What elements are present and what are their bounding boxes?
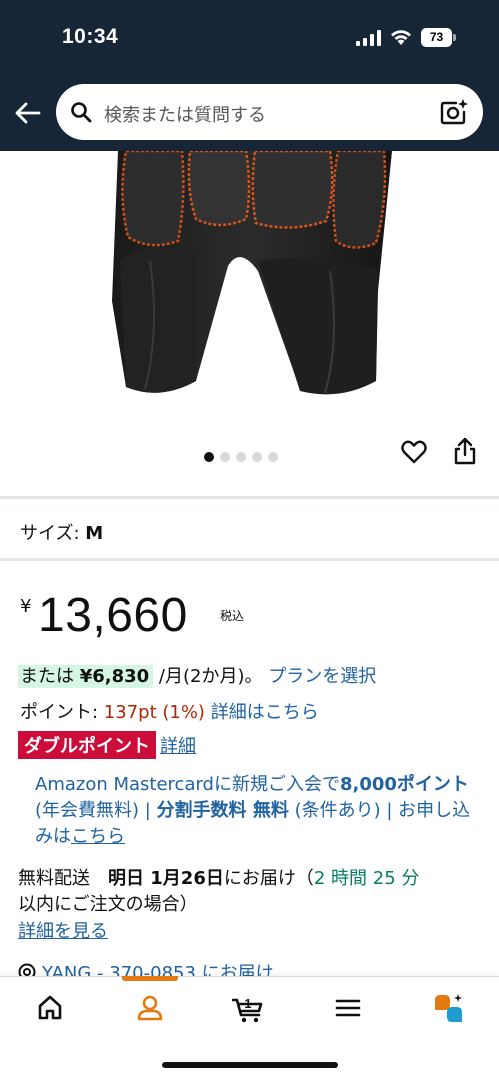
points-detail-link[interactable]: 詳細はこちら	[211, 702, 319, 723]
cellular-signal-icon	[356, 30, 381, 46]
product-image[interactable]	[0, 151, 499, 441]
promo-fee-free: 分割手数料 無料	[156, 800, 289, 821]
search-placeholder: 検索または質問する	[104, 105, 266, 126]
share-icon[interactable]	[452, 436, 478, 466]
size-value: M	[85, 523, 104, 544]
heart-icon[interactable]	[400, 438, 428, 466]
home-indicator	[162, 1062, 338, 1068]
promo-points: 8,000ポイント	[339, 774, 469, 795]
delivery-info: 無料配送 明日 1月26日にお届け（2 時間 25 分以内にご注文の場合）	[18, 866, 488, 918]
delivery-text: 以内にご注文の場合）	[18, 894, 198, 915]
carousel-dots[interactable]	[204, 447, 284, 462]
camera-search-icon[interactable]	[439, 98, 469, 126]
points-row: ポイント: 137pt (1%) 詳細はこちら	[20, 698, 319, 724]
delivery-see-more-link[interactable]: 詳細を見る	[18, 917, 108, 943]
points-value: 137pt (1%)	[103, 702, 205, 723]
divider	[0, 558, 499, 561]
installment-suffix: /月(2か月)。	[153, 666, 263, 687]
status-bar: 10:34 73	[0, 0, 499, 76]
installment-prefix: または	[20, 666, 80, 687]
promo-apply-link[interactable]: こちら	[71, 826, 125, 847]
size-label: サイズ:	[20, 523, 86, 544]
battery-indicator: 73	[421, 28, 457, 47]
status-time: 10:34	[62, 25, 119, 48]
active-tab-indicator	[122, 976, 178, 981]
tax-note: 税込	[220, 609, 245, 623]
ai-assistant-icon[interactable]	[432, 992, 464, 1024]
select-plan-link[interactable]: プランを選択	[268, 666, 376, 687]
delivery-text: にお届け（	[223, 868, 314, 889]
divider	[0, 496, 499, 499]
home-icon[interactable]	[34, 992, 66, 1024]
mastercard-promo[interactable]: Amazon Mastercardに新規ご入会で8,000ポイント (年会費無料…	[35, 772, 480, 850]
search-bar[interactable]: 検索または質問する	[56, 84, 483, 140]
installment-row: または ¥6,830 /月(2か月)。 プランを選択	[18, 662, 376, 688]
cart-icon[interactable]: 1	[232, 992, 264, 1024]
cart-count: 1	[244, 996, 251, 1011]
price-amount: 13,660	[38, 589, 188, 642]
delivery-countdown: 2 時間 25 分	[313, 868, 420, 889]
points-label: ポイント:	[20, 702, 104, 723]
delivery-date: 明日 1月26日	[108, 868, 224, 889]
price-currency: ¥	[20, 596, 32, 617]
double-point-row: ダブルポイント 詳細	[18, 731, 196, 759]
menu-icon[interactable]	[332, 992, 364, 1024]
wifi-icon	[391, 30, 411, 45]
size-selector[interactable]: サイズ: M	[20, 519, 103, 545]
promo-text: (年会費無料) |	[35, 800, 157, 821]
delivery-free-label: 無料配送	[18, 868, 108, 889]
installment-amount: ¥6,830	[79, 666, 150, 687]
promo-text: Amazon Mastercardに新規ご入会で	[35, 774, 340, 795]
carousel-dot[interactable]	[252, 452, 262, 462]
double-point-detail-link[interactable]: 詳細	[160, 736, 196, 757]
back-arrow-icon[interactable]	[12, 97, 44, 129]
installment-highlight: または ¥6,830	[18, 665, 154, 688]
carousel-dot-active[interactable]	[204, 452, 214, 462]
double-point-badge: ダブルポイント	[18, 731, 156, 759]
carousel-dot[interactable]	[220, 452, 230, 462]
search-icon	[71, 102, 92, 123]
carousel-dot[interactable]	[268, 452, 278, 462]
carousel-dot[interactable]	[236, 452, 246, 462]
battery-level: 73	[421, 28, 452, 47]
account-icon[interactable]	[134, 992, 166, 1024]
padded-shorts-image	[112, 151, 392, 395]
